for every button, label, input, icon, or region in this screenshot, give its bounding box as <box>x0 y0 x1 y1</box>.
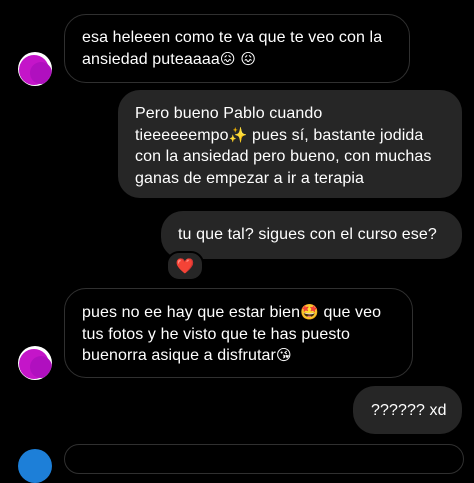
message-bubble-outgoing[interactable]: ?????? xd <box>353 386 462 434</box>
contact-avatar[interactable] <box>18 346 52 380</box>
message-text-line: que veo <box>318 304 382 321</box>
message-bubble-incoming[interactable]: esa heleeen como te va que te veo con la… <box>64 14 410 83</box>
message-text-line: pues no ee hay que estar bien <box>82 304 301 321</box>
message-text-line: ganas de empezar a ir a terapia <box>135 169 365 187</box>
camera-button[interactable] <box>18 449 52 483</box>
message-text-line: buenorra asique a disfrutar <box>82 347 276 364</box>
star-struck-emoji-icon: 🤩 <box>300 303 319 321</box>
kissing-face-emoji-icon: 😘 <box>275 346 292 364</box>
message-text-line: tieeeeeempo <box>135 126 229 144</box>
message-bubble-outgoing[interactable]: tu que tal? sigues con el curso ese? <box>161 211 462 259</box>
message-text-line: esa heleeen como te va que te veo con la <box>82 29 383 46</box>
message-text-line: ?????? xd <box>371 402 447 419</box>
contact-avatar[interactable] <box>18 52 52 86</box>
message-text-line: Pero bueno Pablo cuando <box>135 105 323 122</box>
message-text-line: tus fotos y he visto que te has puesto <box>82 325 350 343</box>
message-text-line: con la ansiedad pero bueno, con muchas <box>135 148 432 165</box>
message-text-line: tu que tal? sigues con el curso ese? <box>178 226 437 243</box>
message-bubble-incoming[interactable]: pues no ee hay que estar bien🤩 que veo t… <box>64 288 413 378</box>
heart-reaction-badge[interactable]: ❤️ <box>166 251 204 281</box>
red-heart-emoji-icon: ❤️ <box>175 257 195 275</box>
message-text-line: pues sí, bastante jodida <box>247 126 424 144</box>
sparkles-emoji-icon: ✨ <box>228 125 248 144</box>
message-input-bar[interactable] <box>64 444 464 474</box>
message-bubble-outgoing[interactable]: Pero bueno Pablo cuando tieeeeeempo✨ pue… <box>118 90 462 198</box>
confounded-face-emoji-icon: 😖 😖 <box>219 49 257 68</box>
message-text-line: ansiedad puteaaaa <box>82 50 220 68</box>
